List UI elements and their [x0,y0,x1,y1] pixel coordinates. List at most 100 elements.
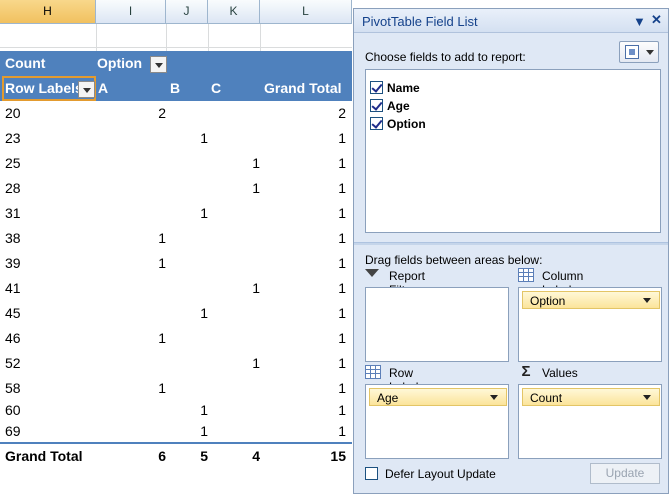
update-button[interactable]: Update [590,463,660,484]
column-header-l[interactable]: L [260,0,352,24]
cell-total: 1 [338,355,346,371]
column-header-c: C [211,80,222,96]
row-labels-header: Row Labels [5,80,83,96]
grand-total-total: 15 [330,448,346,464]
age-field-chip[interactable]: Age [369,388,507,406]
checkbox-checked-icon[interactable] [370,117,383,130]
pane-splitter[interactable] [354,242,668,245]
cell-total: 1 [338,130,346,146]
cell-c: 1 [252,155,260,171]
column-header-b: B [170,80,181,96]
row-label: 46 [5,330,21,346]
cell-total: 1 [338,155,346,171]
pivot-row: 46 1 1 [0,326,352,351]
option-field-label: Option [97,55,143,71]
column-header-j[interactable]: J [166,0,208,24]
option-filter-dropdown-icon[interactable] [150,56,167,73]
cell-b: 1 [200,402,208,418]
grand-total-row: Grand Total 6 5 4 15 [0,442,352,466]
column-header-i[interactable]: I [96,0,166,24]
pivot-row: 52 1 1 [0,351,352,376]
grid-line [208,24,209,54]
empty-row [0,24,352,48]
cell-total: 1 [338,330,346,346]
pane-title: PivotTable Field List [362,14,478,29]
defer-checkbox[interactable] [365,467,378,480]
row-labels-area[interactable]: Age [365,384,509,459]
checkbox-checked-icon[interactable] [370,81,383,94]
cell-b: 1 [200,205,208,221]
pivot-row: 28 1 1 [0,176,352,201]
chevron-down-icon[interactable] [490,395,498,400]
chevron-down-icon[interactable]: ▼ [633,14,646,29]
column-grid-icon [518,268,534,282]
pivot-row: 38 1 1 [0,226,352,251]
column-labels-area[interactable]: Option [518,287,662,362]
checkbox-checked-icon[interactable] [370,99,383,112]
values-label: Values [542,366,578,380]
row-label: 20 [5,105,21,121]
cell-a: 2 [158,105,166,121]
pivot-header-row-values: Count Option [0,51,352,76]
row-label: 69 [5,423,21,439]
count-field-chip[interactable]: Count [522,388,660,406]
chip-label: Option [530,294,566,308]
cell-c: 1 [252,355,260,371]
row-label: 41 [5,280,21,296]
grand-total-b: 5 [200,448,208,464]
pivot-field-list-pane: PivotTable Field List ▼ ✕ Choose fields … [353,8,669,494]
field-label: Age [387,99,410,113]
field-list-box: Name Age Option [365,69,661,233]
cell-a: 1 [158,330,166,346]
cell-total: 1 [338,305,346,321]
defer-label: Defer Layout Update [385,467,496,481]
pane-title-bar[interactable]: PivotTable Field List ▼ ✕ [354,9,668,33]
cell-a: 1 [158,230,166,246]
cell-a: 1 [158,255,166,271]
column-header-k[interactable]: K [208,0,260,24]
row-label: 39 [5,255,21,271]
cell-b: 1 [200,423,208,439]
grid-line [260,24,261,54]
row-label: 52 [5,355,21,371]
report-filter-area[interactable] [365,287,509,362]
grid-line [96,24,97,54]
pivot-header-row-columns: Row Labels A B C Grand Total [0,76,352,101]
grid-line [166,24,167,54]
pivot-row: 31 1 1 [0,201,352,226]
filter-icon [365,268,381,282]
cell-c: 1 [252,180,260,196]
row-label: 58 [5,380,21,396]
field-list-layout-button[interactable] [619,41,659,63]
grand-total-label: Grand Total [5,448,83,464]
field-label: Option [387,117,426,131]
worksheet[interactable]: H I J K L Count Option Row Labels A B C … [0,0,352,498]
count-label: Count [5,55,46,71]
row-label: 60 [5,402,21,418]
values-area[interactable]: Count [518,384,662,459]
cell-total: 2 [338,105,346,121]
chevron-down-icon[interactable] [643,395,651,400]
cell-b: 1 [200,305,208,321]
cell-total: 1 [338,423,346,439]
pivot-row: 41 1 1 [0,276,352,301]
cell-total: 1 [338,255,346,271]
grand-total-c: 4 [252,448,260,464]
row-label: 23 [5,130,21,146]
row-labels-filter-dropdown-icon[interactable] [78,81,95,98]
cell-total: 1 [338,180,346,196]
option-field-chip[interactable]: Option [522,291,660,309]
chevron-down-icon [646,50,654,55]
row-label: 45 [5,305,21,321]
sigma-icon: Σ [521,363,531,380]
drag-fields-label: Drag fields between areas below: [365,253,543,267]
choose-fields-label: Choose fields to add to report: [365,50,526,64]
close-icon[interactable]: ✕ [651,12,662,28]
layout-icon [625,45,639,59]
cell-total: 1 [338,380,346,396]
cell-a: 1 [158,380,166,396]
pivot-row: 69 1 1 [0,419,352,444]
row-label: 38 [5,230,21,246]
chevron-down-icon[interactable] [643,298,651,303]
column-header-h[interactable]: H [0,0,96,24]
